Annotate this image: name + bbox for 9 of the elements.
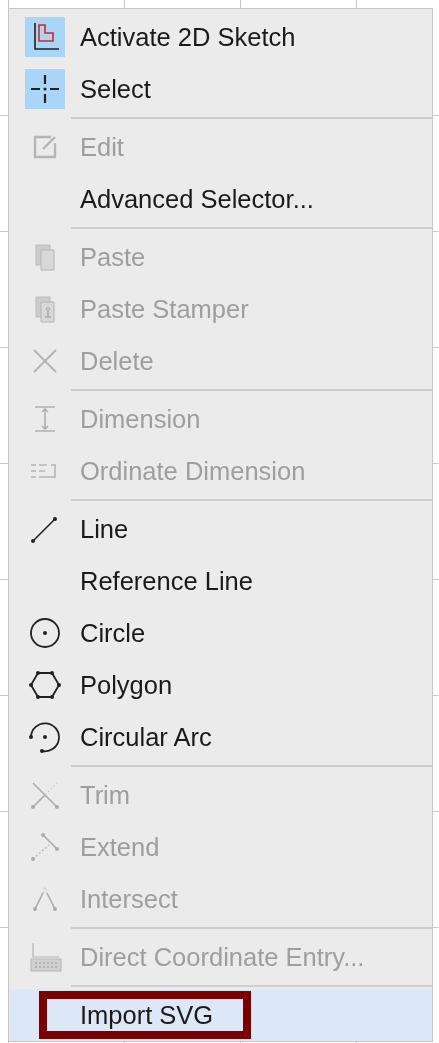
menu-item[interactable]: Circle <box>9 607 432 659</box>
menu-item[interactable]: Line <box>9 503 432 555</box>
menu-item[interactable]: Advanced Selector... <box>9 173 432 225</box>
menu-item[interactable]: Circular Arc <box>9 711 432 763</box>
menu-item[interactable]: Polygon <box>9 659 432 711</box>
menu-item[interactable]: Import SVG <box>9 989 432 1041</box>
menu-item[interactable]: Select <box>9 63 432 115</box>
menu-item[interactable]: Activate 2D Sketch <box>9 11 432 63</box>
menu-item[interactable]: Reference Line <box>9 555 432 607</box>
